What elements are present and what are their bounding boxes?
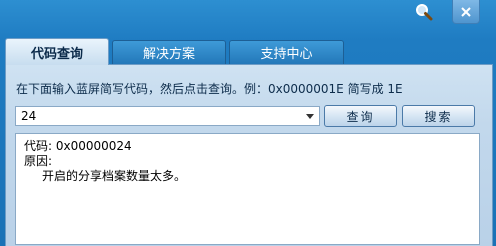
result-reason-text: 开启的分享档案数量太多。 xyxy=(42,169,187,183)
tab-support-center[interactable]: 支持中心 xyxy=(229,40,344,64)
code-query-panel: 在下面输入蓝屏简写代码，然后点击查询。例：0x0000001E 简写成 1E 2… xyxy=(5,64,493,246)
dropdown-arrow-icon[interactable] xyxy=(301,107,319,125)
close-button[interactable] xyxy=(452,0,480,24)
instruction-text: 在下面输入蓝屏简写代码，然后点击查询。例：0x0000001E 简写成 1E xyxy=(16,82,403,96)
tab-solutions[interactable]: 解决方案 xyxy=(112,40,226,64)
query-button[interactable]: 查询 xyxy=(324,105,397,127)
magnifier-icon xyxy=(416,4,433,21)
result-box: 代码: 0x00000024 原因: 开启的分享档案数量太多。 xyxy=(15,133,480,245)
app-window: 代码查询 解决方案 支持中心 在下面输入蓝屏简写代码，然后点击查询。例：0x00… xyxy=(0,0,496,246)
tab-code-query[interactable]: 代码查询 xyxy=(5,38,109,65)
close-icon xyxy=(461,6,471,17)
search-title-button[interactable] xyxy=(409,0,439,24)
result-code-line: 代码: 0x00000024 xyxy=(24,139,132,153)
search-button[interactable]: 搜索 xyxy=(402,105,475,127)
result-reason-label: 原因: xyxy=(24,154,53,168)
code-input-value[interactable]: 24 xyxy=(16,109,301,123)
code-input-combo[interactable]: 24 xyxy=(15,106,320,126)
